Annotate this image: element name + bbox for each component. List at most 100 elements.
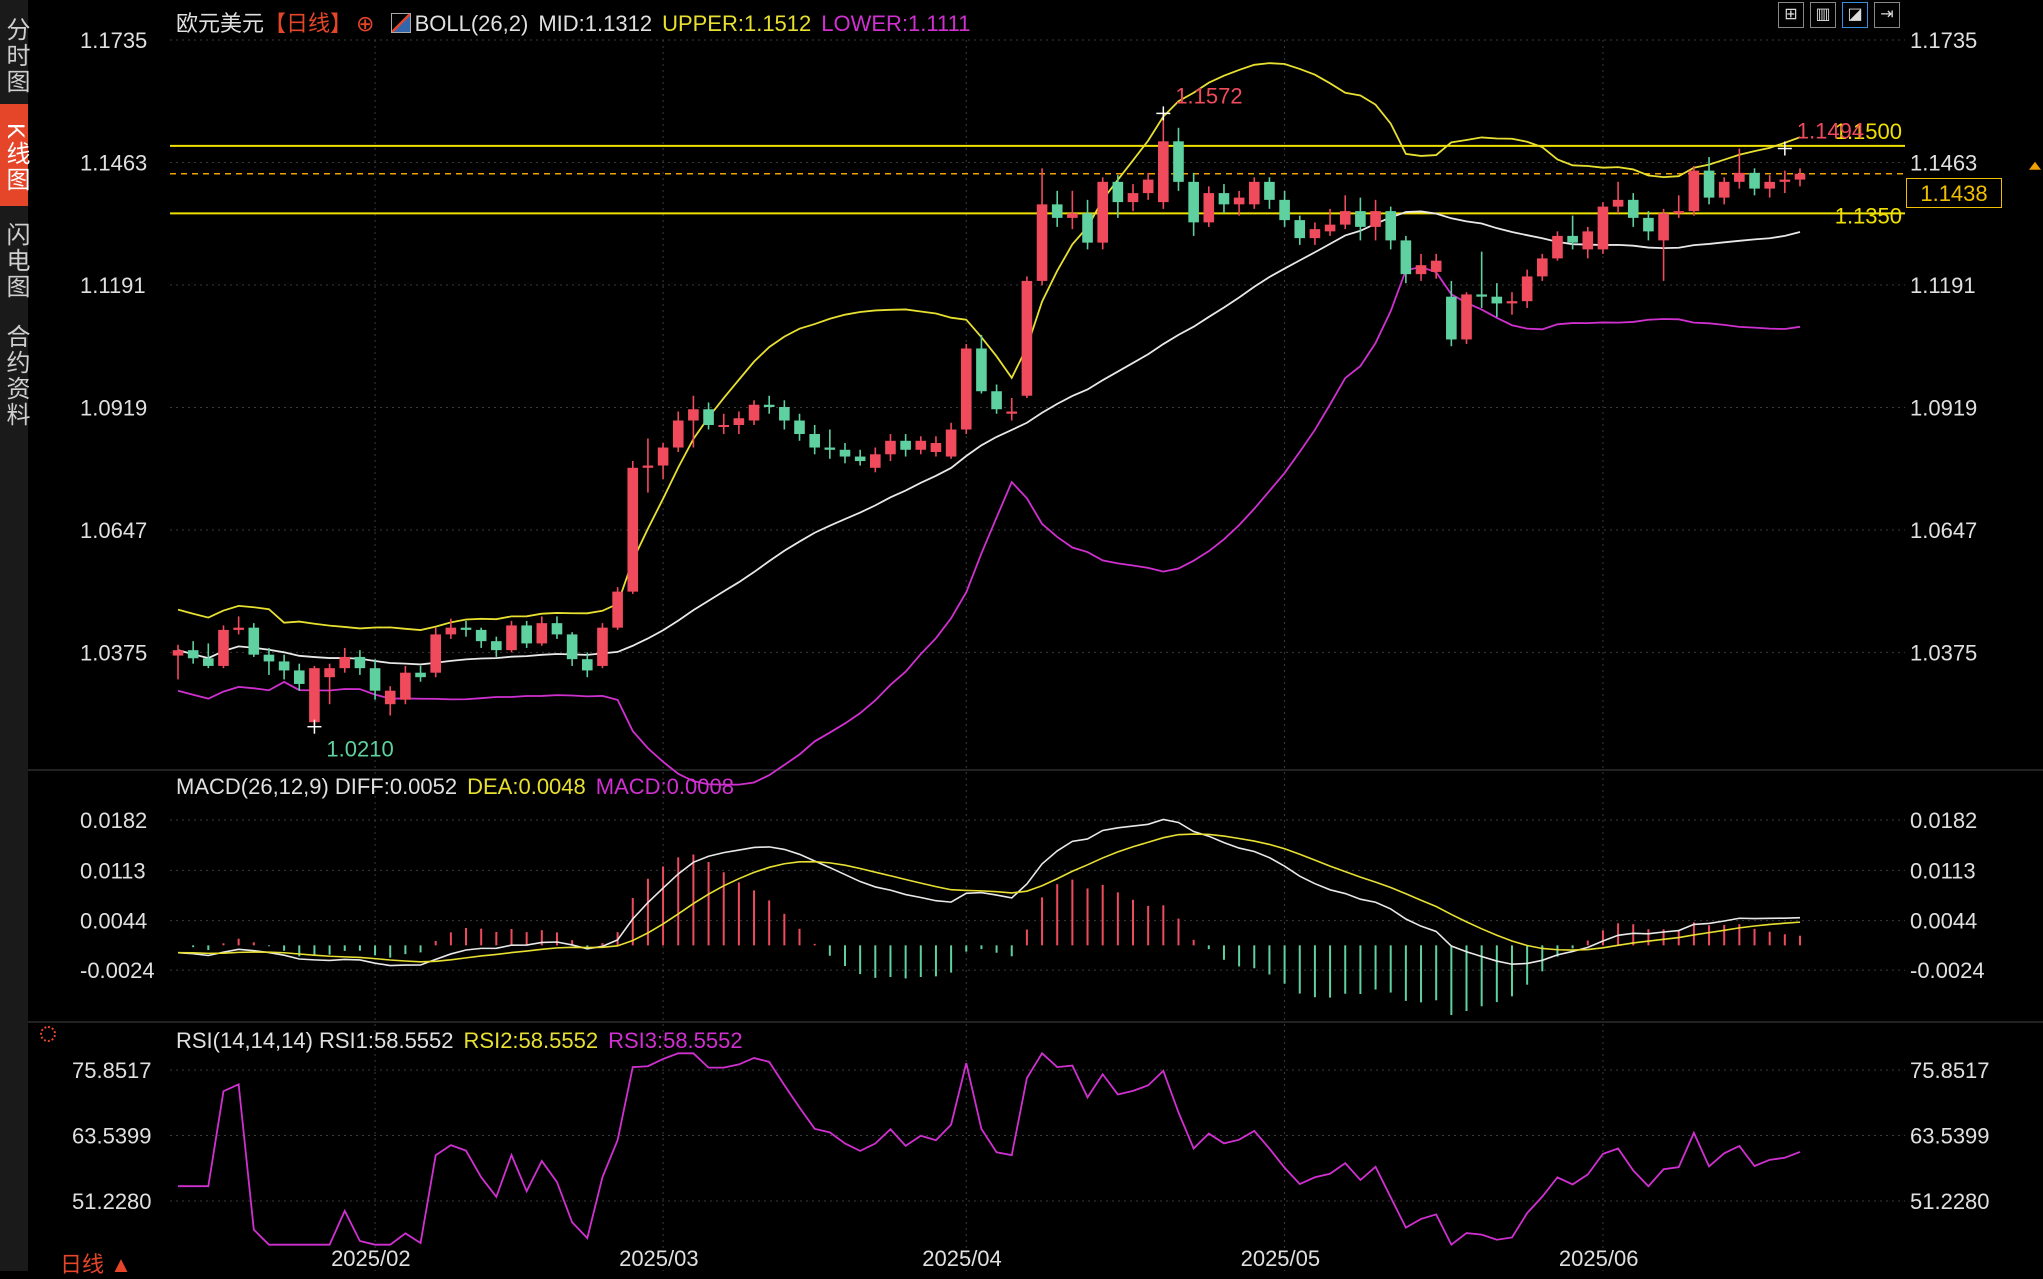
macd-header: MACD(26,12,9) DIFF:0.0052 DEA:0.0048 MACD:0… <box>176 774 744 800</box>
rsi-settings-icon[interactable] <box>40 1026 56 1042</box>
boll-lower: LOWER:1.1111 <box>821 11 971 36</box>
candle-body <box>339 656 351 669</box>
rsi2-value: RSI2:58.5552 <box>463 1028 599 1053</box>
level-label: 1.1350 <box>1835 203 1902 228</box>
price-tick-right: 1.0919 <box>1910 395 1977 420</box>
candle-body <box>960 348 972 430</box>
candle-body <box>309 668 320 723</box>
rsi-label: RSI(14,14,14) <box>176 1028 313 1053</box>
next-icon[interactable]: ⇥ <box>1874 2 1900 28</box>
rsi-tick-left: 63.5399 <box>72 1123 152 1148</box>
boll-upper-line <box>177 62 1801 631</box>
macd-tick-right: 0.0113 <box>1910 858 1976 883</box>
candle-body <box>1051 204 1063 218</box>
candle-body <box>1218 193 1230 205</box>
candle-body <box>915 440 927 450</box>
date-tick-label: 2025/04 <box>922 1246 1002 1271</box>
candle-body <box>1324 224 1336 232</box>
add-indicator-icon[interactable]: ⊕ <box>356 11 374 36</box>
boll-icon[interactable] <box>390 13 411 33</box>
candle-body <box>1536 258 1548 277</box>
candle-body <box>248 627 260 655</box>
candle-body <box>1082 213 1093 243</box>
candle-body <box>1127 193 1139 203</box>
macd-tick-left: -0.0024 <box>80 958 155 983</box>
candle-body <box>672 420 684 448</box>
candle-body <box>1567 235 1578 243</box>
candle-body <box>1021 280 1033 396</box>
date-tick-label: 2025/05 <box>1241 1246 1321 1271</box>
candle-body <box>1158 141 1169 203</box>
macd-tick-right: 0.0044 <box>1910 909 1977 934</box>
candle-body <box>551 623 563 635</box>
candle-body <box>1279 199 1290 221</box>
candle-body <box>1415 265 1427 275</box>
candle-body <box>324 668 335 678</box>
boll-upper: UPPER:1.1512 <box>662 11 812 36</box>
chart-line-icon[interactable]: ◪ <box>1842 2 1868 28</box>
boll-mid-line <box>177 210 1801 666</box>
candle-body <box>1400 240 1412 275</box>
candle-body <box>1461 294 1472 340</box>
macd-label: MACD(26,12,9) <box>176 774 329 799</box>
chart-bars-icon[interactable]: ▥ <box>1810 2 1836 28</box>
candle-body <box>1264 181 1275 200</box>
candle-body <box>718 425 730 428</box>
candle-body <box>581 659 593 671</box>
candle-body <box>1643 217 1654 232</box>
date-tick-label: 2025/03 <box>619 1246 699 1271</box>
candle-body <box>1142 179 1154 194</box>
candle-body <box>1067 213 1078 218</box>
candle-body <box>945 429 957 457</box>
candle-body <box>354 656 366 669</box>
candle-body <box>1203 193 1215 223</box>
candle-body <box>278 661 290 671</box>
high-annotation: 1.1494 <box>1797 119 1864 144</box>
candle-body <box>1612 199 1624 207</box>
candle-body <box>521 625 532 644</box>
candle-body <box>824 447 836 450</box>
candle-body <box>1506 301 1518 304</box>
macd-value: MACD:0.0008 <box>595 774 734 799</box>
boll-lower-line <box>177 266 1801 786</box>
candle-body <box>369 668 381 691</box>
candle-body <box>218 629 229 666</box>
candle-body <box>612 591 623 628</box>
rsi-tick-left: 75.8517 <box>72 1058 152 1083</box>
candle-body <box>1491 296 1503 304</box>
macd-tick-left: 0.0182 <box>80 808 147 833</box>
candle-body <box>991 391 1002 410</box>
macd-diff: DIFF:0.0052 <box>334 774 458 799</box>
rsi-header: RSI(14,14,14) RSI1:58.5552 RSI2:58.5552 RSI… <box>176 1028 753 1054</box>
period-tab[interactable]: 日线 ▲ <box>60 1247 132 1279</box>
candle-body <box>203 658 214 666</box>
candle-body <box>1779 179 1791 182</box>
candle-body <box>506 625 517 651</box>
candle-body <box>657 447 669 466</box>
rsi-line <box>178 1051 1801 1247</box>
candle-body <box>460 627 472 630</box>
candle-body <box>1294 220 1306 239</box>
candle-body <box>1006 411 1018 414</box>
candle-body <box>1370 211 1381 227</box>
candle-body <box>900 440 911 450</box>
candle-body <box>491 641 502 651</box>
rsi3-value: RSI3:58.5552 <box>608 1028 743 1053</box>
candle-body <box>1188 181 1199 223</box>
candle-body <box>1703 170 1715 198</box>
rsi-tick-right: 51.2280 <box>1910 1189 1990 1214</box>
period-label[interactable]: 【日线】 <box>264 11 352 36</box>
candle-body <box>1521 276 1533 302</box>
price-tick-left: 1.0375 <box>80 640 147 665</box>
candle-body <box>1385 211 1397 241</box>
candle-body <box>854 456 866 462</box>
candle-body <box>400 672 411 700</box>
candle-body <box>885 440 896 455</box>
chart-canvas: 1.1735 1.1735 1.1463 1.1463 1.1191 1.1191 1.09… <box>28 28 2043 1271</box>
layout-grid-icon[interactable]: ⊞ <box>1778 2 1804 28</box>
candle-body <box>1764 181 1775 189</box>
macd-dea-line <box>177 833 1801 963</box>
price-tick-right: 1.1735 <box>1910 28 1977 53</box>
macd-tick-right: -0.0024 <box>1910 958 1985 983</box>
date-tick-label: 2025/02 <box>331 1246 411 1271</box>
